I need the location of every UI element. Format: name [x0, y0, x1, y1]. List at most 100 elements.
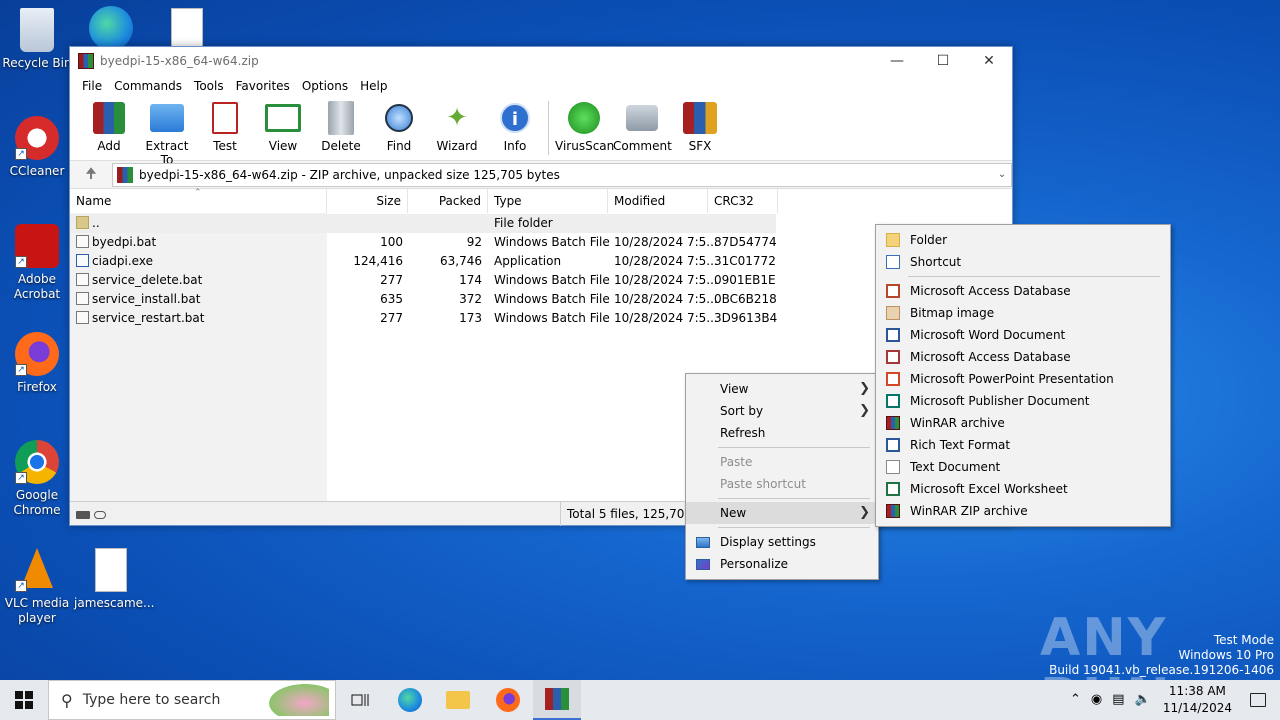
menu-item-refresh[interactable]: Refresh [686, 422, 878, 444]
virusscan-button[interactable]: VirusScan [555, 97, 614, 153]
column-header-packed[interactable]: Packed [408, 189, 488, 213]
chevron-down-icon[interactable]: ⌄ [993, 169, 1011, 180]
table-row[interactable]: ciadpi.exe 124,416 63,746 Application 10… [70, 252, 776, 271]
shortcut-icon [886, 255, 900, 269]
chevron-up-icon[interactable]: ⌃ [1070, 692, 1081, 707]
desktop-icon-vlc[interactable]: ↗ VLC media player [0, 548, 74, 626]
desktop-icon-recycle-bin[interactable]: Recycle Bin [0, 8, 74, 71]
column-header-modified[interactable]: Modified [608, 189, 708, 213]
submenu-item-powerpoint[interactable]: Microsoft PowerPoint Presentation [876, 368, 1170, 390]
taskbar-winrar[interactable] [533, 680, 581, 720]
menu-file[interactable]: File [76, 79, 108, 93]
menu-item-view[interactable]: View ❯ [686, 378, 878, 400]
submenu-item-access-database[interactable]: Microsoft Access Database [876, 280, 1170, 302]
shortcut-arrow-icon: ↗ [15, 364, 27, 376]
desktop-icon-edge[interactable] [74, 6, 148, 50]
submenu-item-access-database-2[interactable]: Microsoft Access Database [876, 346, 1170, 368]
taskbar-file-explorer[interactable] [434, 680, 482, 720]
network-icon[interactable]: ▤ [1112, 692, 1124, 707]
table-row[interactable]: service_install.bat 635 372 Windows Batc… [70, 290, 777, 309]
comment-button[interactable]: Comment [613, 97, 672, 153]
column-header-type[interactable]: Type [488, 189, 608, 213]
system-tray: ⌃ ◉ ▤ 🔈 [1070, 692, 1151, 707]
taskbar-edge[interactable] [386, 680, 434, 720]
menu-item-paste[interactable]: Paste [686, 451, 878, 473]
file-crc: 0901EB1E [714, 273, 776, 287]
desktop-icon-label: Adobe Acrobat [13, 272, 61, 301]
close-button[interactable]: ✕ [966, 47, 1012, 75]
sfx-button[interactable]: SFX [671, 97, 729, 153]
submenu-item-bitmap-image[interactable]: Bitmap image [876, 302, 1170, 324]
find-button[interactable]: Find [370, 97, 428, 153]
extract-to-button[interactable]: Extract To [138, 97, 196, 167]
address-bar[interactable]: byedpi-15-x86_64-w64.zip - ZIP archive, … [112, 162, 1012, 187]
test-button[interactable]: Test [196, 97, 254, 153]
column-header-name[interactable]: Name ⌃ [70, 188, 327, 213]
submenu-item-folder[interactable]: Folder [876, 229, 1170, 251]
menu-tools[interactable]: Tools [188, 79, 230, 93]
title-bar[interactable]: byedpi-15-x86_64-w64.zip — ☐ ✕ [70, 47, 1012, 75]
sfx-label: SFX [688, 139, 712, 153]
task-view-button[interactable] [336, 680, 384, 720]
watermark-line-1: Test Mode [1213, 633, 1274, 647]
clock[interactable]: 11:38 AM 11/14/2024 [1163, 683, 1232, 717]
taskbar-firefox[interactable] [484, 680, 532, 720]
file-crc: 87D54774 [714, 235, 777, 249]
menu-item-personalize[interactable]: Personalize [686, 553, 878, 575]
trash-icon [322, 99, 360, 137]
submenu-item-winrar-archive[interactable]: WinRAR archive [876, 412, 1170, 434]
menu-commands[interactable]: Commands [108, 79, 188, 93]
delete-button[interactable]: Delete [312, 97, 370, 153]
search-placeholder: Type here to search [82, 692, 221, 708]
word-icon [886, 328, 900, 342]
desktop-icon-ccleaner[interactable]: ↗ CCleaner [0, 116, 74, 179]
notification-button[interactable] [1236, 680, 1280, 720]
maximize-button[interactable]: ☐ [920, 47, 966, 75]
up-arrow-icon[interactable]: 🠉 [70, 163, 112, 187]
menu-favorites[interactable]: Favorites [230, 79, 296, 93]
desktop-icon-google-chrome[interactable]: ↗ Google Chrome [0, 440, 74, 518]
menu-help[interactable]: Help [354, 79, 393, 93]
bug-icon [565, 99, 603, 137]
toolbar: Add Extract To Test View Delete Find ✦ Wi… [70, 97, 1012, 167]
info-button[interactable]: i Info [486, 97, 544, 153]
submenu-item-excel-worksheet[interactable]: Microsoft Excel Worksheet [876, 478, 1170, 500]
taskbar-search-box[interactable]: ⚲ Type here to search [48, 680, 336, 720]
drive-icon[interactable] [76, 508, 110, 520]
watermark-line-3: Build 19041.vb_release.191206-1406 [1049, 663, 1274, 677]
firefox-icon: ↗ [15, 332, 59, 376]
view-button[interactable]: View [254, 97, 312, 153]
table-row[interactable]: service_delete.bat 277 174 Windows Batch… [70, 271, 776, 290]
personalize-icon [696, 559, 710, 570]
file-size: 124,416 [353, 254, 403, 268]
submenu-item-text-document[interactable]: Text Document [876, 456, 1170, 478]
add-button[interactable]: Add [80, 97, 138, 153]
wizard-button[interactable]: ✦ Wizard [428, 97, 486, 153]
submenu-item-rich-text[interactable]: Rich Text Format [876, 434, 1170, 456]
start-button[interactable] [0, 680, 48, 720]
file-type: Windows Batch File [494, 273, 610, 287]
menu-item-display-settings[interactable]: Display settings [686, 531, 878, 553]
table-row[interactable]: .. File folder [70, 214, 776, 233]
submenu-item-winrar-zip[interactable]: WinRAR ZIP archive [876, 500, 1170, 522]
desktop-icon-jamescame[interactable]: jamescame... [74, 548, 154, 611]
menu-item-paste-shortcut[interactable]: Paste shortcut [686, 473, 878, 495]
submenu-item-word-document[interactable]: Microsoft Word Document [876, 324, 1170, 346]
desktop-icon-image-file[interactable] [150, 8, 224, 52]
submenu-item-publisher[interactable]: Microsoft Publisher Document [876, 390, 1170, 412]
menu-options[interactable]: Options [296, 79, 354, 93]
column-header-size[interactable]: Size [327, 189, 408, 213]
desktop-icon-adobe-acrobat[interactable]: ↗ Adobe Acrobat [0, 224, 74, 302]
image-file-icon [95, 548, 127, 592]
desktop-icon-firefox[interactable]: ↗ Firefox [0, 332, 74, 395]
submenu-item-shortcut[interactable]: Shortcut [876, 251, 1170, 273]
menu-item-new[interactable]: New ❯ [686, 502, 878, 524]
table-row[interactable]: service_restart.bat 277 173 Windows Batc… [70, 309, 777, 328]
table-row[interactable]: byedpi.bat 100 92 Windows Batch File 10/… [70, 233, 777, 252]
speaker-icon[interactable]: 🔈 [1135, 692, 1151, 707]
column-header-crc32[interactable]: CRC32 [708, 189, 778, 213]
security-icon[interactable]: ◉ [1091, 692, 1102, 707]
menu-item-sort-by[interactable]: Sort by ❯ [686, 400, 878, 422]
minimize-button[interactable]: — [874, 47, 920, 75]
file-type: File folder [494, 216, 553, 230]
